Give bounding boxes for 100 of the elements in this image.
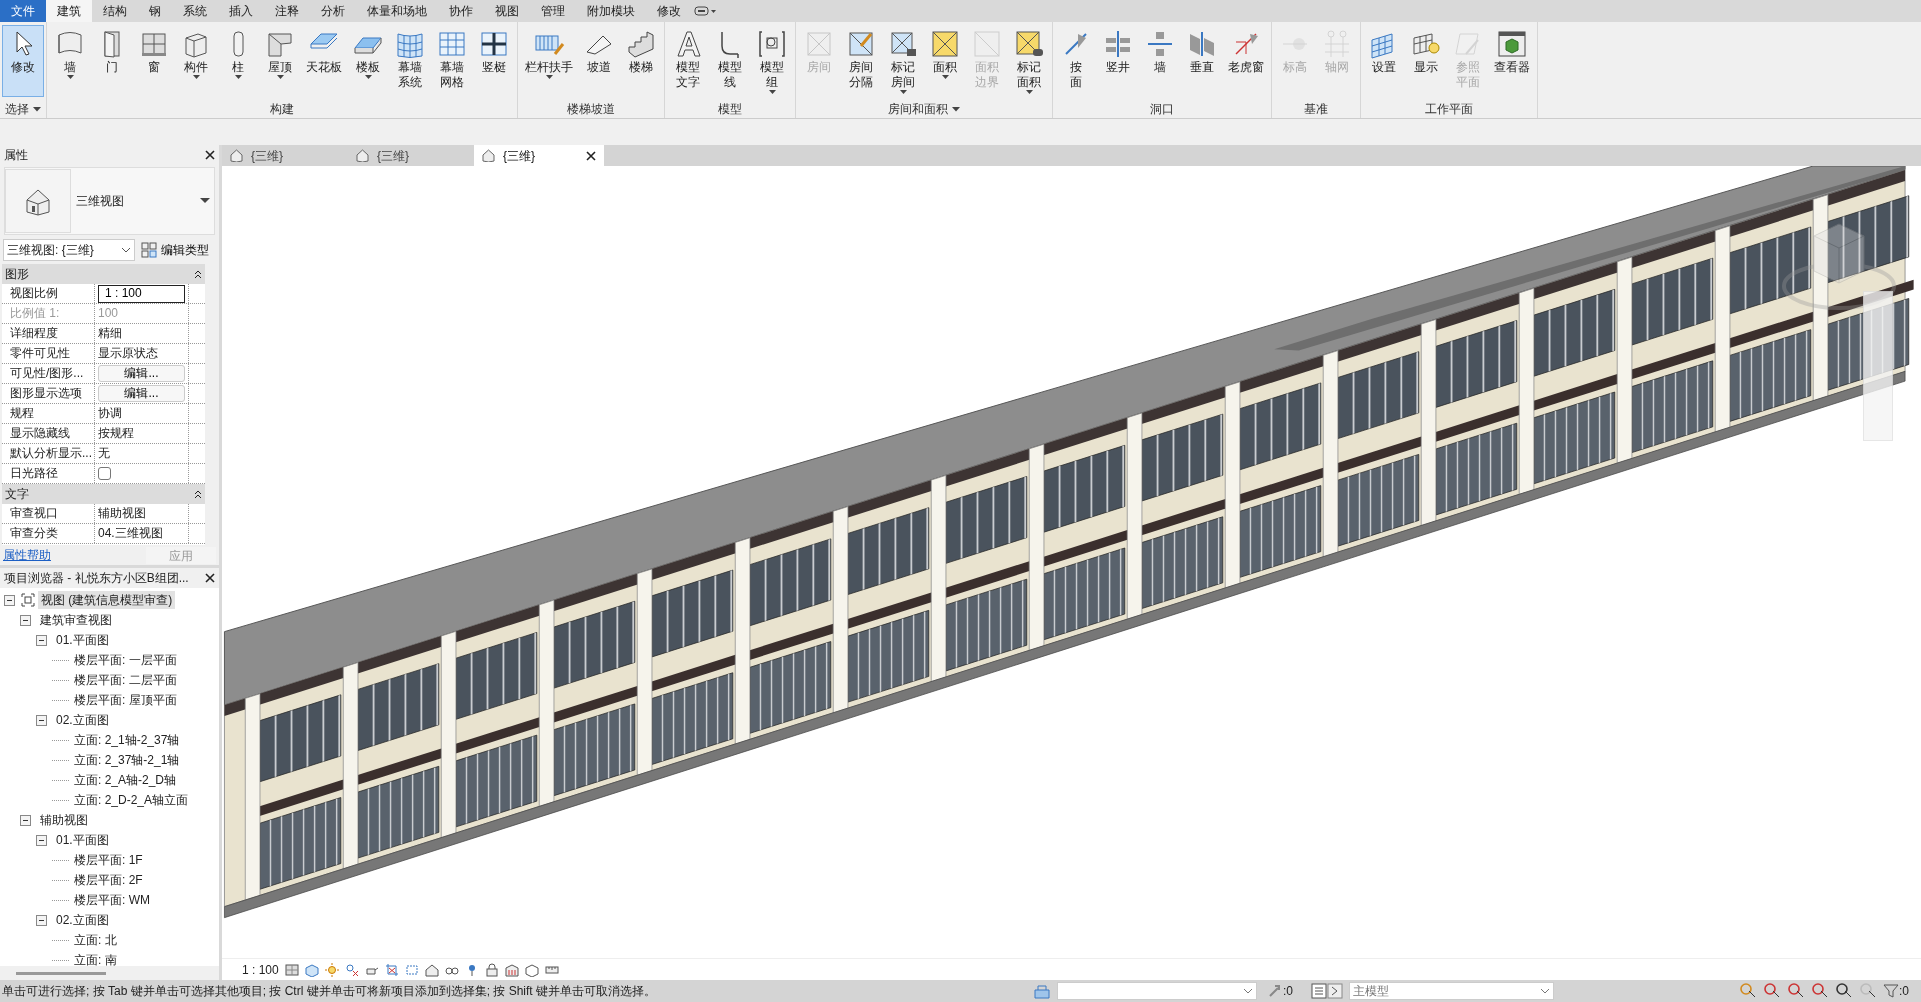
ribbon-tool-button[interactable]: 房间分隔 — [840, 25, 882, 100]
house-icon[interactable] — [424, 962, 439, 977]
ribbon-tab[interactable]: 系统 — [172, 0, 218, 22]
collapse-toggle-icon[interactable] — [36, 914, 47, 926]
property-edit-button[interactable]: 编辑... — [98, 365, 185, 382]
ribbon-tab[interactable]: 文件 — [0, 0, 46, 22]
workset-icon[interactable] — [1032, 982, 1051, 1000]
tree-item[interactable]: 立面: 南 — [71, 951, 120, 966]
tree-item[interactable]: 楼层平面: 二层平面 — [71, 671, 180, 689]
ribbon-tool-button[interactable]: 楼板 — [347, 25, 389, 100]
ribbon-tool-button[interactable]: 模型线 — [709, 25, 751, 100]
help-link[interactable]: 属性帮助 — [3, 546, 51, 564]
ribbon-tool-button[interactable]: 天花板 — [301, 25, 347, 100]
tree-item[interactable]: 立面: 2_A轴-2_D轴 — [71, 771, 180, 789]
tree-item[interactable]: 02.立面图 — [53, 711, 112, 729]
collapse-toggle-icon[interactable] — [36, 634, 47, 646]
ribbon-tab[interactable]: 附加模块 — [576, 0, 646, 22]
ribbon-tab[interactable]: 分析 — [310, 0, 356, 22]
tree-item[interactable]: 立面: 2_D-2_A轴立面 — [71, 791, 192, 809]
ribbon-tab[interactable]: 修改 — [646, 0, 692, 22]
property-input[interactable]: 1 : 100 — [98, 284, 185, 303]
view-scale[interactable]: 1 : 100 — [242, 960, 279, 979]
tree-item[interactable]: 视图 (建筑信息模型审查) — [38, 591, 176, 609]
ribbon-tool-button[interactable]: 老虎窗 — [1223, 25, 1269, 100]
collapse-toggle-icon[interactable] — [36, 834, 47, 846]
ribbon-tab[interactable]: 管理 — [530, 0, 576, 22]
ribbon-tool-button[interactable]: 竖井 — [1097, 25, 1139, 100]
ribbon-tab[interactable]: 结构 — [92, 0, 138, 22]
tree-item[interactable]: 建筑审查视图 — [37, 611, 115, 629]
ribbon-tool-button[interactable]: 楼梯 — [620, 25, 662, 100]
ribbon-tool-button[interactable]: 显示 — [1405, 25, 1447, 100]
ribbon-tab[interactable]: 钢 — [138, 0, 172, 22]
ribbon-tool-button[interactable]: 栏杆扶手 — [520, 25, 578, 100]
tree-item[interactable]: 楼层平面: WM — [71, 891, 153, 909]
section-header[interactable]: 文字 — [2, 484, 205, 504]
tree-item[interactable]: 楼层平面: 2F — [71, 871, 146, 889]
arrow-panel-icon[interactable] — [1327, 983, 1343, 999]
close-icon[interactable] — [586, 150, 596, 161]
collapse-toggle-icon[interactable] — [20, 614, 31, 626]
tree-item[interactable]: 02.立面图 — [53, 911, 112, 929]
ribbon-tool-button[interactable]: 幕墙网格 — [431, 25, 473, 100]
sun-icon[interactable] — [324, 962, 339, 977]
collapse-toggle-icon[interactable] — [20, 814, 31, 826]
ribbon-tool-button[interactable]: 门 — [91, 25, 133, 100]
ribbon-tool-button[interactable]: 墙 — [49, 25, 91, 100]
crop-icon[interactable] — [384, 962, 399, 977]
close-button[interactable] — [205, 573, 215, 583]
view-tab[interactable]: {三维} — [474, 145, 604, 166]
tree-item[interactable]: 楼层平面: 屋顶平面 — [71, 691, 180, 709]
ribbon-tool-button[interactable]: 查看器 — [1489, 25, 1535, 100]
tree-item[interactable]: 立面: 2_1轴-2_37轴 — [71, 731, 183, 749]
ribbon-tool-button[interactable]: 标记房间 — [882, 25, 924, 100]
ribbon-tool-button[interactable]: 模型组 — [751, 25, 793, 100]
edit-type-button[interactable]: 编辑类型 — [141, 239, 209, 261]
close-button[interactable] — [205, 150, 215, 160]
collapse-chevrons-icon[interactable] — [194, 489, 202, 499]
ribbon-tab[interactable]: 插入 — [218, 0, 264, 22]
caret-icon[interactable] — [33, 106, 41, 112]
ribbon-tab[interactable]: 建筑 — [46, 0, 92, 22]
hatch-square-icon[interactable] — [284, 962, 299, 977]
building-icon[interactable] — [504, 962, 519, 977]
cube-outline-icon[interactable] — [524, 962, 539, 977]
shadow-icon[interactable] — [344, 962, 359, 977]
ribbon-tool-button[interactable]: 屋顶 — [259, 25, 301, 100]
ribbon-tool-button[interactable]: 面积 — [924, 25, 966, 100]
ribbon-tool-button[interactable]: 按面 — [1055, 25, 1097, 100]
ribbon-tool-button[interactable]: 构件 — [175, 25, 217, 100]
tree-item[interactable]: 01.平面图 — [53, 831, 112, 849]
ribbon-tab[interactable]: 视图 — [484, 0, 530, 22]
property-checkbox[interactable] — [98, 467, 111, 480]
ribbon-tab[interactable]: 体量和场地 — [356, 0, 438, 22]
view-tab[interactable]: {三维} — [348, 145, 474, 166]
ribbon-tool-button[interactable]: 竖梃 — [473, 25, 515, 100]
ribbon-tool-button[interactable]: 坡道 — [578, 25, 620, 100]
ribbon-tool-button[interactable]: 修改 — [2, 25, 44, 97]
ribbon-tool-button[interactable]: 设置 — [1363, 25, 1405, 100]
design-option-dropdown[interactable]: 主模型 — [1349, 982, 1554, 1000]
ribbon-tab[interactable]: 协作 — [438, 0, 484, 22]
ribbon-tab[interactable]: 注释 — [264, 0, 310, 22]
tree-item[interactable]: 辅助视图 — [37, 811, 91, 829]
ribbon-tool-button[interactable]: 柱 — [217, 25, 259, 100]
collapse-toggle-icon[interactable] — [4, 594, 15, 606]
property-edit-button[interactable]: 编辑... — [98, 385, 185, 402]
tree-item[interactable]: 楼层平面: 1F — [71, 851, 146, 869]
ribbon-tool-button[interactable]: 窗 — [133, 25, 175, 100]
collapse-toggle-icon[interactable] — [36, 714, 47, 726]
caret-icon[interactable] — [952, 106, 960, 112]
list-icon[interactable] — [1311, 983, 1327, 999]
tree-item[interactable]: 立面: 2_37轴-2_1轴 — [71, 751, 183, 769]
tree-item[interactable]: 01.平面图 — [53, 631, 112, 649]
type-selector[interactable]: 三维视图 — [4, 167, 215, 235]
view-tab[interactable]: {三维} — [222, 145, 348, 166]
ribbon-tool-button[interactable]: 垂直 — [1181, 25, 1223, 100]
tree-item[interactable]: 楼层平面: 一层平面 — [71, 651, 180, 669]
lock-icon[interactable] — [484, 962, 499, 977]
scrollbar-thumb[interactable] — [16, 971, 106, 975]
filter-icon[interactable] — [1883, 983, 1899, 999]
collapse-chevrons-icon[interactable] — [194, 269, 202, 279]
ribbon-tool-button[interactable]: 墙 — [1139, 25, 1181, 100]
cube-icon[interactable] — [304, 962, 319, 977]
